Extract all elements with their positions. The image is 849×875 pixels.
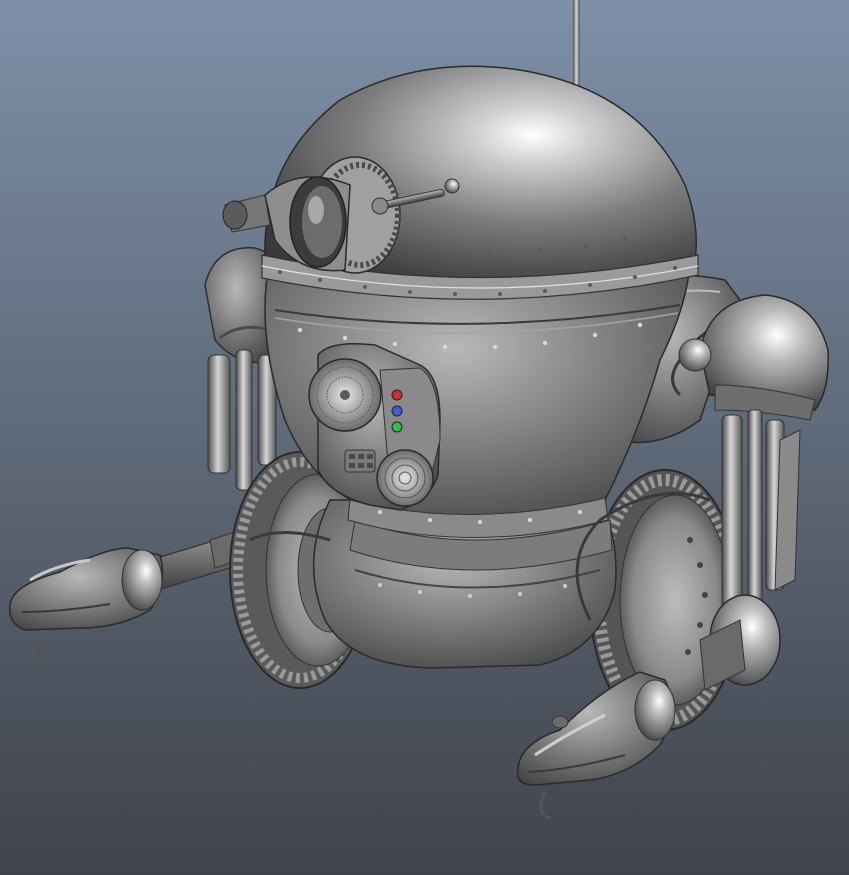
green-light [391, 421, 403, 433]
3d-viewport[interactable] [0, 0, 849, 875]
blue-light [391, 405, 403, 417]
chest-keypad [344, 449, 376, 473]
chest-panel [308, 343, 441, 511]
left-shoulder [204, 247, 277, 491]
red-light [391, 389, 403, 401]
viewport-canvas[interactable] [0, 0, 849, 875]
